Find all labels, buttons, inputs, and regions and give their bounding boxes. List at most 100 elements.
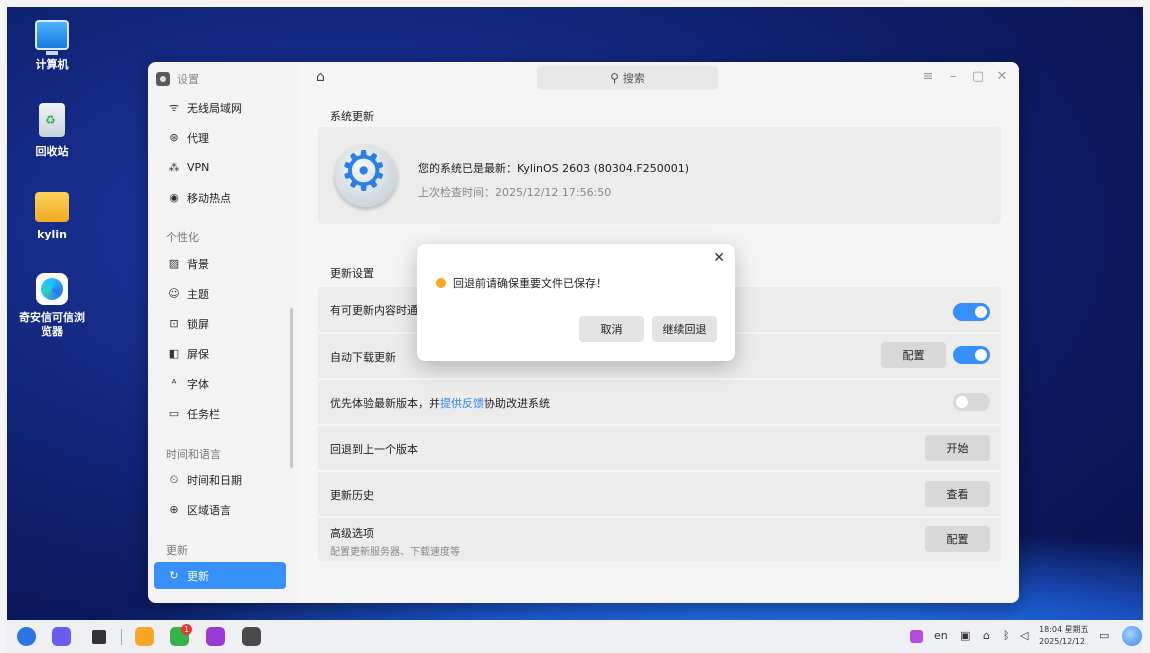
desktop-icon-trash[interactable]: 回收站 <box>7 103 97 159</box>
notify-toggle[interactable] <box>953 303 990 321</box>
sidebar-item-lockscreen[interactable]: ⊡ 锁屏 <box>154 310 286 337</box>
sidebar-item-screensaver[interactable]: ◧ 屏保 <box>154 340 286 367</box>
update-status-text: 您的系统已是最新：KylinOS 2603 (80304.F250001) <box>418 162 690 175</box>
battery-icon[interactable]: ▣ <box>960 629 970 642</box>
proxy-icon: ⊛ <box>169 131 179 144</box>
continue-rollback-button[interactable]: 继续回退 <box>652 316 717 342</box>
preview-text-prefix: 优先体验最新版本，并 <box>330 396 440 410</box>
dialog-message: 回退前请确保重要文件已保存！ <box>453 277 607 290</box>
update-settings-title: 更新设置 <box>330 267 374 280</box>
auto-download-config-button[interactable]: 配置 <box>881 342 946 368</box>
row-rollback: 回退到上一个版本 <box>318 425 1001 470</box>
sidebar-item-wifi[interactable]: ᯤ 无线局域网 <box>154 94 286 121</box>
vpn-icon: ⁂ <box>168 161 180 174</box>
sidebar-item-vpn[interactable]: ⁂ VPN <box>154 154 286 181</box>
sidebar-item-label: 区域语言 <box>187 503 231 517</box>
sidebar-item-datetime[interactable]: ⏲ 时间和日期 <box>154 466 286 493</box>
sidebar-item-taskbar[interactable]: ▭ 任务栏 <box>154 400 286 427</box>
sidebar-item-label: VPN <box>187 161 210 174</box>
desktop-icon-computer[interactable]: 计算机 <box>7 20 97 72</box>
row-preview: 优先体验最新版本，并 提供反馈 协助改进系统 <box>318 379 1001 424</box>
sidebar-item-label: 代理 <box>187 131 209 145</box>
row-rollback-label: 回退到上一个版本 <box>330 442 418 456</box>
auto-download-toggle[interactable] <box>953 346 990 364</box>
search-icon: ⚲ <box>610 71 619 85</box>
search-input[interactable]: ⚲ 搜索 <box>537 66 718 90</box>
desktop-icon-kylin-folder[interactable]: kylin <box>7 192 97 241</box>
app-title-text: 设置 <box>177 73 199 86</box>
sidebar-item-label: 背景 <box>187 257 209 271</box>
cancel-button[interactable]: 取消 <box>579 316 644 342</box>
bluetooth-icon[interactable]: ᛒ <box>1003 629 1010 642</box>
sidebar-item-proxy[interactable]: ⊛ 代理 <box>154 124 286 151</box>
advanced-config-button[interactable]: 配置 <box>925 526 990 552</box>
sidebar-item-font[interactable]: ᴬ 字体 <box>154 370 286 397</box>
settings-app-icon <box>156 72 170 86</box>
sidebar-item-hotspot[interactable]: ◉ 移动热点 <box>154 184 286 211</box>
desktop-icon-label: 计算机 <box>35 58 69 71</box>
sidebar-item-label: 更新 <box>187 569 209 583</box>
trash-icon <box>39 103 65 137</box>
row-history-label: 更新历史 <box>330 488 374 502</box>
sidebar-item-theme[interactable]: ☺ 主题 <box>154 280 286 307</box>
maximize-icon[interactable]: ▢ <box>970 69 986 84</box>
close-icon[interactable]: ✕ <box>994 69 1010 84</box>
rollback-start-button[interactable]: 开始 <box>925 435 990 461</box>
row-advanced-label: 高级选项 <box>330 527 374 540</box>
sidebar-scrollbar[interactable] <box>290 308 293 468</box>
app-title: 设置 <box>156 70 199 88</box>
tray-app-icon[interactable] <box>910 630 923 643</box>
search-app-icon[interactable] <box>52 627 71 646</box>
desktop-icon-browser[interactable]: 奇安信可信浏览器 <box>7 273 97 339</box>
theme-icon: ☺ <box>168 287 180 300</box>
screensaver-icon: ◧ <box>168 347 180 360</box>
notification-badge: 1 <box>181 624 192 635</box>
row-notify-label: 有可更新内容时通知 <box>330 303 429 317</box>
sidebar-item-update[interactable]: ↻ 更新 <box>154 562 286 589</box>
assistant-icon[interactable] <box>1122 626 1142 646</box>
preview-toggle[interactable] <box>953 393 990 411</box>
clock-time: 18:04 星期五 <box>1039 625 1089 634</box>
browser-icon <box>36 273 68 305</box>
row-advanced: 高级选项 配置更新服务器、下载速度等 <box>318 517 1001 562</box>
settings-app-taskbar-icon[interactable] <box>242 627 261 646</box>
update-gear-icon <box>335 139 397 207</box>
rollback-confirm-dialog: ✕ 回退前请确保重要文件已保存！ 取消 继续回退 <box>417 244 735 361</box>
dialog-close-icon[interactable]: ✕ <box>713 250 725 266</box>
sidebar-item-label: 时间和日期 <box>187 473 242 487</box>
desktop-icon-label: 回收站 <box>35 145 69 158</box>
background-icon: ▨ <box>168 257 180 270</box>
minimize-icon[interactable]: – <box>945 69 961 84</box>
sidebar-group-update: 更新 <box>166 544 188 557</box>
multitask-view-icon[interactable] <box>92 630 106 644</box>
update-icon: ↻ <box>169 569 179 582</box>
sidebar-item-background[interactable]: ▨ 背景 <box>154 250 286 277</box>
sidebar-item-region[interactable]: ⊕ 区域语言 <box>154 496 286 523</box>
clock[interactable]: 18:04 星期五 2025/12/12 <box>1039 624 1089 648</box>
history-view-button[interactable]: 查看 <box>925 481 990 507</box>
feedback-link[interactable]: 提供反馈 <box>440 395 484 411</box>
taskbar: 1 en ▣ ⌂ ᛒ ◁ 18:04 星期五 2025/12/12 ▭ <box>0 620 1150 653</box>
file-manager-icon[interactable] <box>135 627 154 646</box>
row-advanced-sub: 配置更新服务器、下载速度等 <box>330 547 460 558</box>
menu-icon[interactable]: ≡ <box>920 69 936 84</box>
wifi-icon: ᯤ <box>168 101 180 114</box>
volume-icon[interactable]: ◁ <box>1020 629 1028 642</box>
camera-app-icon[interactable] <box>206 627 225 646</box>
network-icon[interactable]: ⌂ <box>983 629 990 642</box>
notification-center-icon[interactable]: ▭ <box>1099 629 1109 642</box>
home-icon[interactable]: ⌂ <box>316 69 325 85</box>
input-method-indicator[interactable]: en <box>934 629 948 642</box>
sidebar: 设置 ᯤ 无线局域网 ⊛ 代理 ⁂ VPN ◉ 移动热点 个性化 ▨ 背景 ☺ 主题 ⊡ 锁屏… <box>148 62 299 603</box>
computer-icon <box>35 20 69 55</box>
sidebar-group-time-language: 时间和语言 <box>166 448 221 461</box>
folder-icon <box>35 192 69 222</box>
last-check-time: 上次检查时间：2025/12/12 17:56:50 <box>418 186 612 199</box>
row-auto-download-label: 自动下载更新 <box>330 350 396 364</box>
sidebar-group-personalization: 个性化 <box>166 231 199 244</box>
start-menu-icon[interactable] <box>17 627 36 646</box>
sidebar-item-label: 锁屏 <box>187 317 209 331</box>
sidebar-item-label: 无线局域网 <box>187 101 242 115</box>
desktop-icon-label: kylin <box>37 228 67 241</box>
region-icon: ⊕ <box>169 503 179 516</box>
